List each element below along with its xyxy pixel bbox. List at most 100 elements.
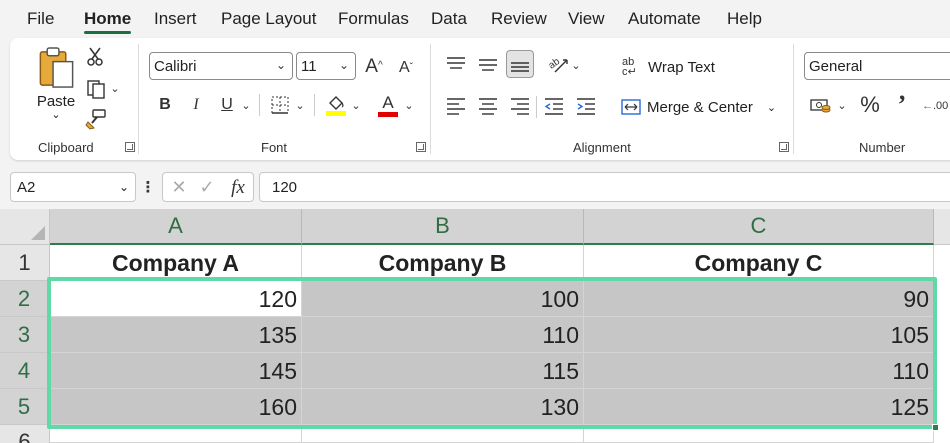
align-center-icon[interactable] bbox=[476, 94, 500, 118]
italic-button[interactable]: I bbox=[185, 94, 207, 116]
menu-data[interactable]: Data bbox=[431, 9, 467, 29]
font-size-select[interactable]: 11 ⌄ bbox=[296, 52, 356, 80]
align-top-icon[interactable] bbox=[444, 52, 468, 76]
cell-c3[interactable]: 105 bbox=[584, 317, 934, 353]
menu-formulas[interactable]: Formulas bbox=[338, 9, 409, 29]
cell-a4[interactable]: 145 bbox=[50, 353, 302, 389]
fill-color-icon[interactable] bbox=[324, 92, 348, 118]
cell-c4[interactable]: 110 bbox=[584, 353, 934, 389]
cut-icon[interactable] bbox=[84, 46, 106, 68]
orientation-icon[interactable]: ab bbox=[546, 52, 570, 76]
select-all-button[interactable] bbox=[0, 209, 50, 245]
alignment-launcher-icon[interactable] bbox=[779, 142, 789, 152]
align-middle-icon[interactable] bbox=[476, 52, 500, 76]
cell-a5[interactable]: 160 bbox=[50, 389, 302, 425]
wrap-text-button[interactable]: ab c↵ Wrap Text bbox=[622, 54, 715, 80]
row-header-2[interactable]: 2 bbox=[0, 281, 50, 317]
merge-dropdown-icon[interactable]: ⌄ bbox=[767, 101, 776, 114]
menu-page-layout[interactable]: Page Layout bbox=[221, 9, 316, 29]
cell-c1[interactable]: Company C bbox=[584, 245, 934, 281]
font-launcher-icon[interactable] bbox=[416, 142, 426, 152]
font-size-value: 11 bbox=[301, 57, 317, 75]
menu-file[interactable]: File bbox=[27, 9, 54, 29]
menu-view[interactable]: View bbox=[568, 9, 605, 29]
cell-b1[interactable]: Company B bbox=[302, 245, 584, 281]
decrease-indent-icon[interactable] bbox=[542, 94, 566, 118]
alignment-group-label: Alignment bbox=[573, 140, 631, 155]
cell-a1[interactable]: Company A bbox=[50, 245, 302, 281]
increase-indent-icon[interactable] bbox=[574, 94, 598, 118]
cell-c6[interactable] bbox=[584, 425, 934, 443]
menu-insert[interactable]: Insert bbox=[154, 9, 197, 29]
cell-b3[interactable]: 110 bbox=[302, 317, 584, 353]
name-box-value: A2 bbox=[17, 178, 36, 196]
formula-value: 120 bbox=[272, 178, 298, 196]
underline-button[interactable]: U bbox=[216, 94, 238, 116]
cell-a3[interactable]: 135 bbox=[50, 317, 302, 353]
row-header-3[interactable]: 3 bbox=[0, 317, 50, 353]
shrink-font-icon[interactable]: Aˇ bbox=[394, 56, 418, 80]
menu-home[interactable]: Home bbox=[84, 9, 131, 29]
column-header-b[interactable]: B bbox=[302, 209, 584, 245]
merge-center-button[interactable]: Merge & Center ⌄ bbox=[621, 94, 776, 120]
percent-style-button[interactable]: % bbox=[858, 92, 882, 118]
menu-automate[interactable]: Automate bbox=[628, 9, 701, 29]
clipboard-launcher-icon[interactable] bbox=[125, 142, 135, 152]
menu-review[interactable]: Review bbox=[491, 9, 547, 29]
increase-decimal-button[interactable]: ← .00 bbox=[922, 94, 950, 118]
group-divider bbox=[793, 44, 794, 154]
format-painter-icon[interactable] bbox=[84, 108, 108, 130]
underline-dropdown-icon[interactable]: ⌄ bbox=[240, 96, 252, 116]
font-color-swatch bbox=[378, 111, 398, 117]
row-header-4[interactable]: 4 bbox=[0, 353, 50, 389]
cell-b4[interactable]: 115 bbox=[302, 353, 584, 389]
more-options-icon[interactable]: ⋮ bbox=[141, 176, 156, 198]
name-box[interactable]: A2 ⌄ bbox=[10, 172, 136, 202]
font-color-dropdown-icon[interactable]: ⌄ bbox=[403, 96, 415, 116]
column-header-c[interactable]: C bbox=[584, 209, 934, 245]
paste-label: Paste bbox=[36, 93, 76, 110]
cell-c5[interactable]: 125 bbox=[584, 389, 934, 425]
enter-icon[interactable]: ✓ bbox=[197, 177, 217, 197]
cell-c2[interactable]: 90 bbox=[584, 281, 934, 317]
menu-help[interactable]: Help bbox=[727, 9, 762, 29]
align-left-icon[interactable] bbox=[444, 94, 468, 118]
cell-b2[interactable]: 100 bbox=[302, 281, 584, 317]
paste-dropdown-icon[interactable]: ⌄ bbox=[51, 110, 60, 121]
formula-input[interactable]: 120 bbox=[259, 172, 950, 202]
worksheet-grid: A B C 1 2 3 4 5 6 Company A Company B Co… bbox=[0, 209, 950, 443]
row-header-6[interactable]: 6 bbox=[0, 425, 50, 443]
cell-a2[interactable]: 120 bbox=[50, 281, 302, 317]
fill-color-swatch bbox=[326, 111, 346, 116]
wrap-text-icon: ab c↵ bbox=[622, 56, 637, 78]
grow-font-icon[interactable]: A ^ bbox=[362, 54, 386, 78]
align-bottom-icon[interactable] bbox=[506, 50, 534, 78]
cell-b6[interactable] bbox=[302, 425, 584, 443]
column-header-a[interactable]: A bbox=[50, 209, 302, 245]
row-header-5[interactable]: 5 bbox=[0, 389, 50, 425]
cell-a6[interactable] bbox=[50, 425, 302, 443]
orientation-dropdown-icon[interactable]: ⌄ bbox=[570, 56, 582, 76]
copy-icon[interactable]: ⌄ bbox=[82, 78, 124, 100]
borders-dropdown-icon[interactable]: ⌄ bbox=[294, 96, 306, 116]
fill-handle[interactable] bbox=[932, 424, 939, 431]
font-name-select[interactable]: Calibri ⌄ bbox=[149, 52, 293, 80]
fill-color-dropdown-icon[interactable]: ⌄ bbox=[350, 96, 362, 116]
number-format-select[interactable]: General bbox=[804, 52, 950, 80]
paste-button[interactable]: Paste ⌄ bbox=[32, 46, 80, 121]
clipboard-group-label: Clipboard bbox=[38, 140, 94, 155]
column-header-d[interactable] bbox=[934, 209, 950, 245]
clipboard-icon bbox=[39, 47, 74, 88]
accounting-dropdown-icon[interactable]: ⌄ bbox=[836, 96, 848, 116]
borders-icon[interactable] bbox=[268, 94, 292, 116]
row-header-1[interactable]: 1 bbox=[0, 245, 50, 281]
accounting-format-icon[interactable] bbox=[808, 94, 834, 118]
number-format-value: General bbox=[809, 57, 863, 75]
align-right-icon[interactable] bbox=[508, 94, 532, 118]
bold-button[interactable]: B bbox=[154, 94, 176, 116]
font-color-icon[interactable]: A bbox=[376, 92, 400, 118]
cell-b5[interactable]: 130 bbox=[302, 389, 584, 425]
comma-style-button[interactable]: ’ bbox=[892, 92, 912, 118]
insert-function-button[interactable]: fx bbox=[227, 176, 249, 198]
cancel-icon[interactable]: ✕ bbox=[169, 177, 189, 197]
